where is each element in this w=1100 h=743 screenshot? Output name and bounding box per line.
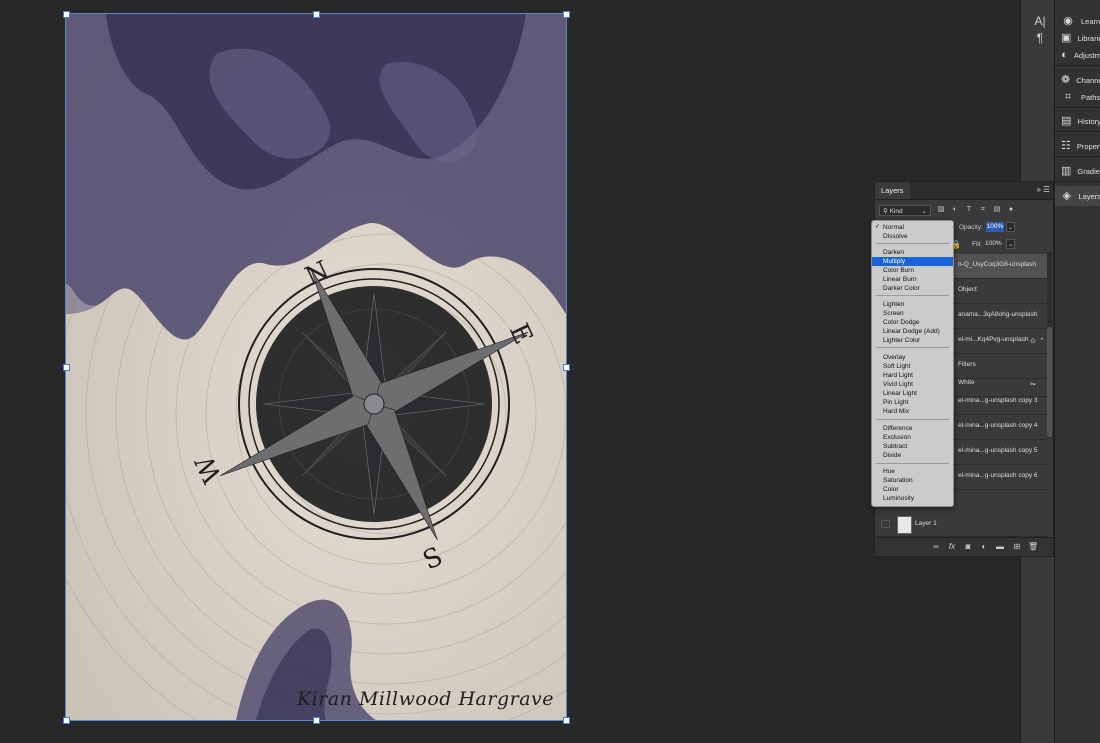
paragraph-icon[interactable]: ¶ xyxy=(1033,31,1047,45)
panel-paths[interactable]: ⌗ Paths xyxy=(1055,87,1100,107)
opacity-input[interactable]: 100% xyxy=(986,222,1004,232)
collapsed-panels: ◉ Learn ▣ Librarie ◐ Adjustm ❁ Channe ⌗ … xyxy=(1054,0,1100,743)
panel-gradients[interactable]: ▥ Gradien xyxy=(1055,161,1100,181)
smart-object-filter-icon[interactable]: ▤ xyxy=(992,205,1002,215)
new-layer-icon[interactable]: ⊞ xyxy=(1012,542,1022,551)
blend-hue[interactable]: Hue xyxy=(872,467,953,476)
blend-linear-light[interactable]: Linear Light xyxy=(872,389,953,398)
layers-tab[interactable]: Layers xyxy=(875,182,910,199)
layers-icon: ◈ xyxy=(1062,190,1071,202)
blend-hard-light[interactable]: Hard Light xyxy=(872,371,953,380)
blend-mode-menu: ✓ Normal Dissolve Darken Multiply Color … xyxy=(871,220,954,507)
type-filter-icon[interactable]: T xyxy=(964,205,974,215)
blend-difference[interactable]: Difference xyxy=(872,424,953,433)
blend-linear-dodge[interactable]: Linear Dodge (Add) xyxy=(872,327,953,336)
author-name: Kiran Millwood Hargrave xyxy=(296,688,554,710)
chevron-down-icon: ⌄ xyxy=(921,208,927,215)
shape-filter-icon[interactable]: ⌗ xyxy=(978,205,988,215)
blend-darker-color[interactable]: Darker Color xyxy=(872,284,953,293)
filter-toggle-icon[interactable]: ● xyxy=(1006,205,1016,215)
opacity-chevron-icon[interactable]: ⌄ xyxy=(1006,222,1015,232)
adjustments-icon: ◐ xyxy=(1061,49,1068,61)
fill-label: Fill: xyxy=(972,241,983,248)
trash-icon[interactable]: 🗑 xyxy=(1028,542,1038,551)
kind-filter-select[interactable]: ⚲ Kind ⌄ xyxy=(879,205,931,216)
transform-handle-ml[interactable] xyxy=(63,364,70,371)
transform-handle-tl[interactable] xyxy=(63,11,70,18)
blend-overlay[interactable]: Overlay xyxy=(872,353,953,362)
panel-layers[interactable]: ◈ Layers xyxy=(1055,186,1100,206)
blend-vivid-light[interactable]: Vivid Light xyxy=(872,380,953,389)
panel-menu-icon[interactable]: ☰ xyxy=(1043,185,1050,194)
visibility-toggle[interactable] xyxy=(881,520,890,528)
paths-icon: ⌗ xyxy=(1064,91,1072,103)
gradients-icon: ▥ xyxy=(1061,165,1072,177)
transform-handle-tc[interactable] xyxy=(313,11,320,18)
properties-icon: ☷ xyxy=(1061,140,1071,152)
pixel-filter-icon[interactable]: ▨ xyxy=(936,205,946,215)
transform-handle-mr[interactable] xyxy=(563,364,570,371)
document-canvas[interactable]: N E S W Kiran Millwood Hargrave xyxy=(0,0,1020,743)
link-layers-icon[interactable]: ∞ xyxy=(931,542,941,551)
artboard[interactable]: N E S W Kiran Millwood Hargrave xyxy=(65,13,567,721)
character-icon[interactable]: A| xyxy=(1033,14,1047,28)
transform-handle-br[interactable] xyxy=(563,717,570,724)
folder-icon[interactable]: ▬ xyxy=(995,542,1005,551)
transform-handle-bc[interactable] xyxy=(313,717,320,724)
layers-scrollbar-thumb[interactable] xyxy=(1047,327,1052,437)
history-icon: ▤ xyxy=(1061,115,1072,127)
blend-multiply[interactable]: Multiply xyxy=(872,257,953,266)
transform-handle-bl[interactable] xyxy=(63,717,70,724)
layers-panel-header: Layers » ☰ xyxy=(875,182,1053,200)
collapse-icon[interactable]: » xyxy=(1037,185,1041,194)
bulb-icon: ◉ xyxy=(1063,15,1073,27)
blend-darken[interactable]: Darken xyxy=(872,248,953,257)
channels-icon: ❁ xyxy=(1061,74,1071,86)
adjustment-layer-icon[interactable]: ◐ xyxy=(979,542,989,551)
blend-lighter-color[interactable]: Lighter Color xyxy=(872,336,953,345)
blend-normal[interactable]: ✓ Normal xyxy=(872,223,953,232)
blend-color-burn[interactable]: Color Burn xyxy=(872,266,953,275)
blend-subtract[interactable]: Subtract xyxy=(872,442,953,451)
blend-pin-light[interactable]: Pin Light xyxy=(872,398,953,407)
blend-color-dodge[interactable]: Color Dodge xyxy=(872,318,953,327)
blend-lighten[interactable]: Lighten xyxy=(872,300,953,309)
blend-screen[interactable]: Screen xyxy=(872,309,953,318)
cover-artwork xyxy=(66,14,566,720)
link-icon: ⊙ xyxy=(1030,338,1036,345)
mask-icon[interactable]: ◙ xyxy=(963,542,973,551)
panel-adjustments[interactable]: ◐ Adjustm xyxy=(1055,45,1100,65)
blend-exclusion[interactable]: Exclusion xyxy=(872,433,953,442)
blend-divide[interactable]: Divide xyxy=(872,451,953,460)
panel-properties[interactable]: ☷ Propert xyxy=(1055,136,1100,156)
blend-soft-light[interactable]: Soft Light xyxy=(872,362,953,371)
blend-saturation[interactable]: Saturation xyxy=(872,476,953,485)
panel-history[interactable]: ▤ History xyxy=(1055,111,1100,131)
fill-chevron-icon[interactable]: ⌄ xyxy=(1006,239,1015,249)
blend-dissolve[interactable]: Dissolve xyxy=(872,232,953,241)
layer-row-layer-1[interactable]: Layer 1 xyxy=(875,512,1047,537)
search-icon: ⚲ xyxy=(883,208,888,215)
transform-handle-tr[interactable] xyxy=(563,11,570,18)
expand-icon[interactable]: ⌃ xyxy=(1039,337,1045,345)
library-icon: ▣ xyxy=(1061,32,1072,44)
blend-linear-burn[interactable]: Linear Burn xyxy=(872,275,953,284)
fx-icon[interactable]: fx xyxy=(947,542,957,551)
blend-hard-mix[interactable]: Hard Mix xyxy=(872,407,953,416)
fill-input[interactable]: 100% xyxy=(985,239,1005,249)
opacity-label: Opacity: xyxy=(959,224,983,231)
blend-color[interactable]: Color xyxy=(872,485,953,494)
adjustment-filter-icon[interactable]: ◐ xyxy=(950,205,960,215)
layer-thumbnail xyxy=(897,516,912,534)
layers-footer: ∞ fx ◙ ◐ ▬ ⊞ 🗑 xyxy=(875,537,1053,556)
blend-luminosity[interactable]: Luminosity xyxy=(872,494,953,503)
check-icon: ✓ xyxy=(875,224,881,230)
filter-options-icon[interactable]: ⇋ xyxy=(1030,380,1036,388)
